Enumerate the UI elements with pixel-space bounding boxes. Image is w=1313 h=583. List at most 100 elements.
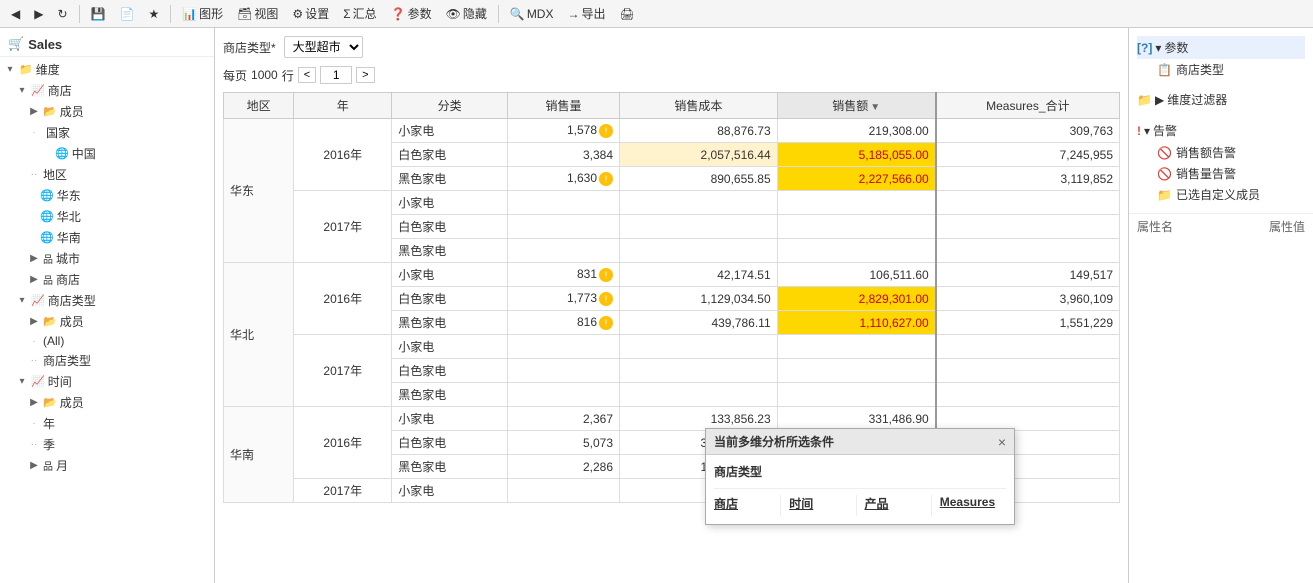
sidebar-item-time-member[interactable]: ▶ 📂 成员 xyxy=(0,392,214,413)
year-label: 年 xyxy=(43,415,55,432)
storetype-member-label: 成员 xyxy=(60,313,84,330)
view-button[interactable]: 🗃 视图 xyxy=(232,3,283,24)
huabei-label: 华北 xyxy=(57,208,81,225)
print-button[interactable]: 🖨 xyxy=(615,5,640,23)
rp-item-salesamt-alert[interactable]: 🚫 销售额告警 xyxy=(1137,142,1305,163)
col-header-total[interactable]: Measures_合计 xyxy=(936,93,1120,119)
cell-year-2017-huabei: 2017年 xyxy=(294,335,392,407)
dimensions-label: 维度 xyxy=(36,61,60,78)
cell-total-9: 1,551,229 xyxy=(936,311,1120,335)
popup-columns: 商店 时间 产品 Measures xyxy=(714,488,1006,516)
col-header-year[interactable]: 年 xyxy=(294,93,392,119)
right-panel: [?] ▾ 参数 📋 商店类型 📁 ▶ 维度过滤器 ! ▾ 告警 xyxy=(1128,28,1313,583)
sidebar-item-huabei[interactable]: 🌐 华北 xyxy=(0,206,214,227)
huanan-icon: 🌐 xyxy=(40,231,54,244)
sidebar-item-storetype[interactable]: ▾ 📈 商店类型 xyxy=(0,290,214,311)
params-label: 参数 xyxy=(408,5,432,22)
save-button[interactable]: 💾 xyxy=(86,5,111,23)
settings-button[interactable]: ⚙ 设置 xyxy=(287,3,334,24)
col-header-category[interactable]: 分类 xyxy=(392,93,508,119)
sidebar-item-country[interactable]: · 国家 xyxy=(0,122,214,143)
popup-body: 商店类型 商店 时间 产品 Measures xyxy=(706,455,1014,524)
sidebar-item-quarter[interactable]: ·· 季 xyxy=(0,434,214,455)
warn-icon4: ! xyxy=(599,292,613,306)
export-button[interactable]: → 导出 xyxy=(562,3,610,24)
summary-button[interactable]: Σ 汇总 xyxy=(338,3,381,24)
rp-item-salesqty-alert[interactable]: 🚫 销售量告警 xyxy=(1137,163,1305,184)
custmember-icon: 📁 xyxy=(1157,188,1172,202)
star-button[interactable]: ★ xyxy=(143,5,164,23)
hide-label: 隐藏 xyxy=(463,5,487,22)
cell-cat-baijd5: 白色家电 xyxy=(392,431,508,455)
col-header-salesqty[interactable]: 销售量 xyxy=(508,93,620,119)
sidebar-item-huanan[interactable]: 🌐 华南 xyxy=(0,227,214,248)
saveas-button[interactable]: 📄 xyxy=(114,5,139,23)
rp-header-dimfilter[interactable]: 📁 ▶ 维度过滤器 xyxy=(1137,88,1305,111)
sidebar-item-store[interactable]: ▾ 📈 商店 xyxy=(0,80,214,101)
col-header-region[interactable]: 地区 xyxy=(224,93,294,119)
storetype-icon: 📈 xyxy=(31,294,45,307)
rp-item-custmember[interactable]: 📁 已选自定义成员 xyxy=(1137,184,1305,205)
time-arrow: ▾ xyxy=(16,376,28,387)
page-input[interactable] xyxy=(320,66,352,84)
cell-total-5 xyxy=(936,215,1120,239)
storetype-member-arrow: ▶ xyxy=(28,316,40,327)
sidebar-item-time[interactable]: ▾ 📈 时间 xyxy=(0,371,214,392)
attr-name-label: 属性名 xyxy=(1137,218,1173,235)
year-arrow: · xyxy=(28,418,40,429)
sidebar: 🛒 Sales ▾ 📁 维度 ▾ 📈 商店 ▶ 📂 成员 · 国家 🌐 xyxy=(0,28,215,583)
month-label: 月 xyxy=(56,457,68,474)
separator xyxy=(79,5,80,23)
shops-label: 商店 xyxy=(56,271,80,288)
sidebar-item-china[interactable]: 🌐 中国 xyxy=(0,143,214,164)
sidebar-item-store-member[interactable]: ▶ 📂 成员 xyxy=(0,101,214,122)
popup-col-header-time: 时间 xyxy=(789,495,849,512)
forward-button[interactable]: ▶ xyxy=(29,5,48,23)
cell-cat-baijd3: 白色家电 xyxy=(392,287,508,311)
next-page-button[interactable]: > xyxy=(356,67,374,83)
cell-qty-16 xyxy=(508,479,620,503)
rp-item-storetype[interactable]: 📋 商店类型 xyxy=(1137,59,1305,80)
cell-region-huanan: 华南 xyxy=(224,407,294,503)
popup-type-label: 商店类型 xyxy=(714,463,1006,480)
sidebar-item-shops[interactable]: ▶ 品 商店 xyxy=(0,269,214,290)
city-arrow: ▶ xyxy=(28,253,40,264)
sidebar-item-storetype-member[interactable]: ▶ 📂 成员 xyxy=(0,311,214,332)
filter-select[interactable]: 大型超市 小型超市 便利店 xyxy=(284,36,363,58)
rp-header-params[interactable]: [?] ▾ 参数 xyxy=(1137,36,1305,59)
rp-header-alert[interactable]: ! ▾ 告警 xyxy=(1137,119,1305,142)
prev-page-button[interactable]: < xyxy=(298,67,316,83)
sidebar-item-year[interactable]: · 年 xyxy=(0,413,214,434)
cell-year-2016-huabei: 2016年 xyxy=(294,263,392,335)
col-header-salesamt[interactable]: 销售额▼ xyxy=(777,93,936,119)
settings-icon: ⚙ xyxy=(292,7,303,21)
separator3 xyxy=(498,5,499,23)
col-header-salescost[interactable]: 销售成本 xyxy=(620,93,778,119)
huadong-icon: 🌐 xyxy=(40,189,54,202)
hide-button[interactable]: 👁 隐藏 xyxy=(441,3,492,24)
content-area: 商店类型* 大型超市 小型超市 便利店 每页 1000 行 < > 地区 年 分… xyxy=(215,28,1128,583)
saveas-icon: 📄 xyxy=(119,7,134,21)
cell-year-2016-huanan: 2016年 xyxy=(294,407,392,479)
mdx-button[interactable]: 🔍 MDX xyxy=(505,5,559,23)
rp-attrs: 属性名 属性值 xyxy=(1129,213,1313,239)
sidebar-item-huadong[interactable]: 🌐 华东 xyxy=(0,185,214,206)
sidebar-item-storetype-type[interactable]: ·· 商店类型 xyxy=(0,350,214,371)
cell-cat-heijd5: 黑色家电 xyxy=(392,455,508,479)
sidebar-item-city[interactable]: ▶ 品 城市 xyxy=(0,248,214,269)
params-button[interactable]: ❓ 参数 xyxy=(386,3,437,24)
alert2-label: 销售量告警 xyxy=(1176,165,1236,182)
popup-close-button[interactable]: × xyxy=(998,434,1006,450)
chart-button[interactable]: 📊 图形 xyxy=(177,3,228,24)
sidebar-item-month[interactable]: ▶ 品 月 xyxy=(0,455,214,476)
sidebar-item-all[interactable]: · (All) xyxy=(0,332,214,350)
huadong-label: 华东 xyxy=(57,187,81,204)
back-button[interactable]: ◀ xyxy=(6,5,25,23)
sort-arrow: ▼ xyxy=(870,102,880,113)
mdx-label: MDX xyxy=(527,7,554,21)
sidebar-item-dimensions[interactable]: ▾ 📁 维度 xyxy=(0,59,214,80)
store-member-label: 成员 xyxy=(60,103,84,120)
sidebar-item-region[interactable]: ·· 地区 xyxy=(0,164,214,185)
refresh-button[interactable]: ↻ xyxy=(52,5,72,23)
storetype-type-arrow: ·· xyxy=(28,355,40,366)
